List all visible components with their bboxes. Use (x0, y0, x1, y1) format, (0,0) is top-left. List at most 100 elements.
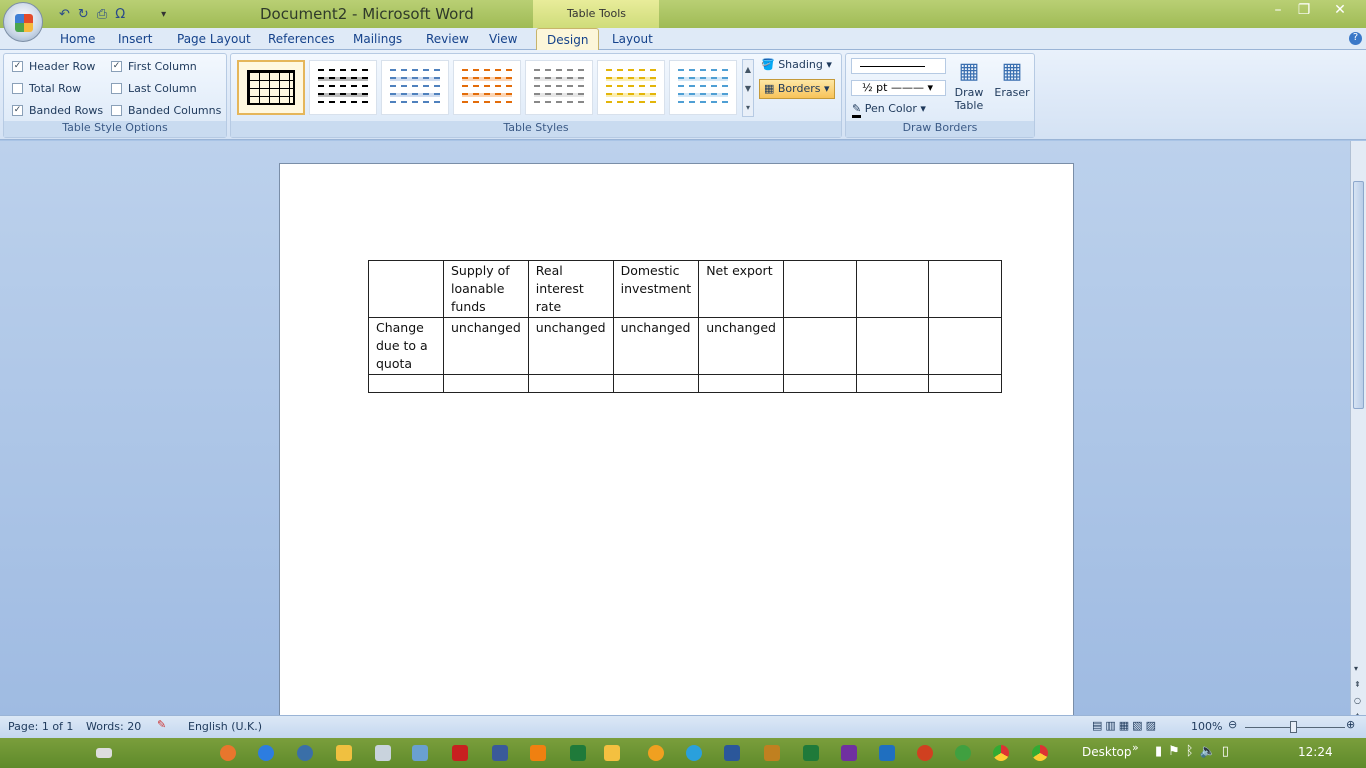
document-table[interactable]: Supply of loanable funds Real interest r… (368, 260, 1002, 393)
undo-icon[interactable]: ↶ (59, 7, 70, 22)
table-style-3[interactable] (381, 60, 449, 115)
table-cell[interactable] (368, 260, 444, 318)
banded-rows-checkbox[interactable]: ✓ Banded Rows (12, 104, 103, 117)
table-cell[interactable] (855, 317, 929, 375)
table-cell[interactable] (698, 374, 784, 393)
table-cell[interactable] (855, 260, 929, 318)
tab-home[interactable]: Home (60, 32, 95, 46)
excel-icon[interactable] (570, 745, 586, 761)
close-button[interactable]: ✕ (1328, 2, 1352, 18)
table-style-2[interactable] (309, 60, 377, 115)
desktop-toolbar[interactable]: Desktop (1082, 745, 1132, 759)
table-style-6[interactable] (597, 60, 665, 115)
tab-mailings[interactable]: Mailings (353, 32, 402, 46)
total-row-checkbox[interactable]: Total Row (12, 82, 81, 95)
table-cell[interactable] (855, 374, 929, 393)
tab-review[interactable]: Review (426, 32, 469, 46)
line-weight-dropdown[interactable]: ½ pt ——— ▾ (851, 80, 946, 96)
onenote-icon[interactable] (841, 745, 857, 761)
table-cell[interactable] (927, 317, 1002, 375)
restore-button[interactable]: ❐ (1292, 2, 1316, 18)
table-style-7[interactable] (669, 60, 737, 115)
tab-page-layout[interactable]: Page Layout (177, 32, 251, 46)
python-icon[interactable] (336, 745, 352, 761)
redo-icon[interactable]: ↻ (78, 7, 89, 22)
draw-table-button[interactable]: ▦ Draw Table (951, 58, 987, 112)
keyboard-icon[interactable] (96, 748, 112, 758)
print-preview-icon[interactable]: ⎙ (97, 7, 107, 22)
system-tray-icons[interactable]: ▮⚑ᛒ🔈▯ (1155, 744, 1235, 759)
word-icon[interactable] (724, 745, 740, 761)
table-cell[interactable]: Domestic investment (612, 260, 700, 318)
table-cell[interactable] (368, 374, 444, 393)
table-style-grid[interactable] (237, 60, 305, 115)
table-cell[interactable] (782, 260, 857, 318)
table-cell[interactable] (612, 374, 700, 393)
table-cell[interactable] (443, 374, 529, 393)
table-cell[interactable]: unchanged (612, 317, 700, 375)
table-cell[interactable] (927, 374, 1002, 393)
app-grid-icon[interactable] (492, 745, 508, 761)
word-doc-icon[interactable] (604, 745, 620, 761)
chrome-icon[interactable] (993, 745, 1009, 761)
app-icon[interactable] (955, 745, 971, 761)
tab-insert[interactable]: Insert (118, 32, 152, 46)
ie-icon[interactable] (258, 745, 274, 761)
view-buttons[interactable]: ▤▥▦▧▨ (1092, 719, 1159, 732)
zoom-in-button[interactable]: ⊕ (1346, 718, 1355, 731)
tab-view[interactable]: View (489, 32, 517, 46)
tab-references[interactable]: References (268, 32, 335, 46)
first-column-checkbox[interactable]: ✓ First Column (111, 60, 197, 73)
acrobat-icon[interactable] (452, 745, 468, 761)
tab-layout[interactable]: Layout (612, 32, 653, 46)
app-icon[interactable] (297, 745, 313, 761)
chrome-icon[interactable] (1032, 745, 1048, 761)
document-page[interactable]: Supply of loanable funds Real interest r… (279, 163, 1074, 723)
last-column-checkbox[interactable]: Last Column (111, 82, 197, 95)
table-cell[interactable]: unchanged (527, 317, 614, 375)
clock[interactable]: 12:24 (1298, 745, 1333, 759)
help-icon[interactable]: ? (1349, 32, 1362, 45)
borders-button[interactable]: ▦ Borders ▾ (759, 79, 835, 99)
table-cell[interactable]: Supply of loanable funds (443, 260, 529, 318)
table-cell[interactable] (782, 374, 857, 393)
table-style-4[interactable] (453, 60, 521, 115)
table-cell[interactable]: Real interest rate (527, 260, 614, 318)
proofing-icon[interactable]: ✎ (157, 718, 166, 731)
symbol-icon[interactable]: Ω (115, 7, 125, 22)
minimize-button[interactable]: – (1266, 2, 1290, 18)
table-cell[interactable]: Net export (698, 260, 784, 318)
zoom-slider-thumb[interactable] (1290, 721, 1297, 733)
table-cell[interactable]: Change due to a quota (368, 317, 444, 375)
vlc-icon[interactable] (530, 745, 546, 761)
outlook-icon[interactable] (879, 745, 895, 761)
file-explorer-icon[interactable] (412, 745, 428, 761)
table-cell[interactable]: unchanged (443, 317, 529, 375)
zoom-level[interactable]: 100% (1191, 720, 1222, 733)
scroll-thumb[interactable] (1353, 181, 1364, 409)
zoom-out-button[interactable]: ⊖ (1228, 718, 1237, 731)
styles-scroll[interactable]: ▲ ▼ ▾ (742, 59, 754, 117)
page-count[interactable]: Page: 1 of 1 (8, 720, 73, 733)
table-cell[interactable] (527, 374, 614, 393)
pen-color-button[interactable]: ✎ Pen Color ▾ (852, 102, 926, 118)
table-cell[interactable] (927, 260, 1002, 318)
app-icon[interactable] (764, 745, 780, 761)
tab-design[interactable]: Design (536, 28, 600, 51)
vertical-scrollbar[interactable]: ▾⇞○⇟ (1350, 141, 1366, 721)
firefox-icon[interactable] (220, 745, 236, 761)
app-icon[interactable] (648, 745, 664, 761)
calculator-icon[interactable] (375, 745, 391, 761)
table-cell[interactable]: unchanged (698, 317, 784, 375)
line-style-dropdown[interactable] (851, 58, 946, 74)
table-cell[interactable] (782, 317, 857, 375)
expand-icon[interactable]: » (1132, 741, 1139, 754)
word-count[interactable]: Words: 20 (86, 720, 141, 733)
shading-button[interactable]: 🪣 Shading ▾ (761, 58, 832, 71)
powerpoint-icon[interactable] (917, 745, 933, 761)
header-row-checkbox[interactable]: ✓ Header Row (12, 60, 95, 73)
office-button[interactable] (3, 2, 43, 42)
telegram-icon[interactable] (686, 745, 702, 761)
excel-icon[interactable] (803, 745, 819, 761)
language[interactable]: English (U.K.) (188, 720, 262, 733)
